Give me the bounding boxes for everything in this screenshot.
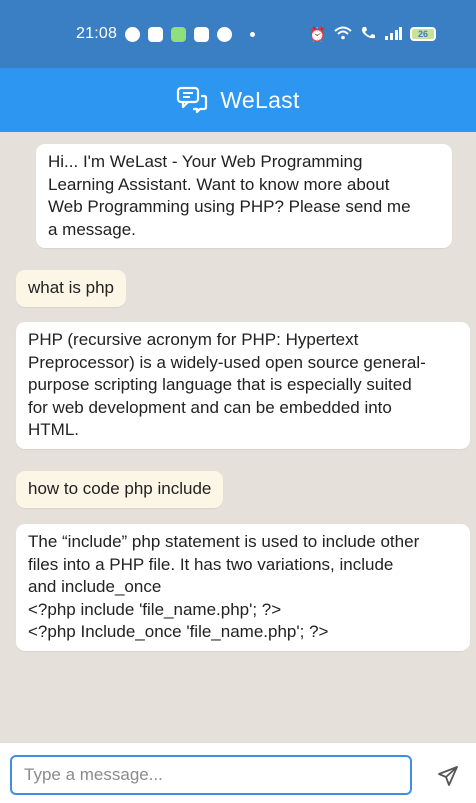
send-button[interactable] [428,761,468,791]
bot-message: The “include” php statement is used to i… [16,524,470,651]
status-bar: 21:08 ⏰ 26 [0,0,476,68]
battery-icon: 26 [410,27,436,41]
notification-icon [194,26,210,42]
app-title: WeLast [220,86,300,113]
signal-icon [384,26,402,42]
send-icon [438,766,458,786]
notification-icon [125,26,141,42]
wifi-icon [334,26,352,42]
app-header: WeLast [0,68,476,132]
status-left: 21:08 [76,25,256,43]
status-right: ⏰ 26 [309,26,436,42]
user-message: how to code php include [16,471,224,508]
notification-icon [148,26,164,42]
chat-bubbles-icon [177,86,208,114]
notification-icon [217,26,233,42]
more-notifications-icon [250,31,256,37]
bot-message: PHP (recursive acronym for PHP: Hypertex… [16,322,470,449]
message-composer [0,742,476,803]
message-input[interactable] [10,755,412,795]
alarm-icon: ⏰ [308,26,326,42]
chat-area[interactable]: Hi... I'm WeLast - Your Web Programming … [0,132,476,742]
user-message: what is php [16,270,126,307]
notification-icon [171,26,187,42]
call-icon [360,26,376,42]
status-time: 21:08 [76,25,118,42]
bot-message: Hi... I'm WeLast - Your Web Programming … [36,144,452,248]
